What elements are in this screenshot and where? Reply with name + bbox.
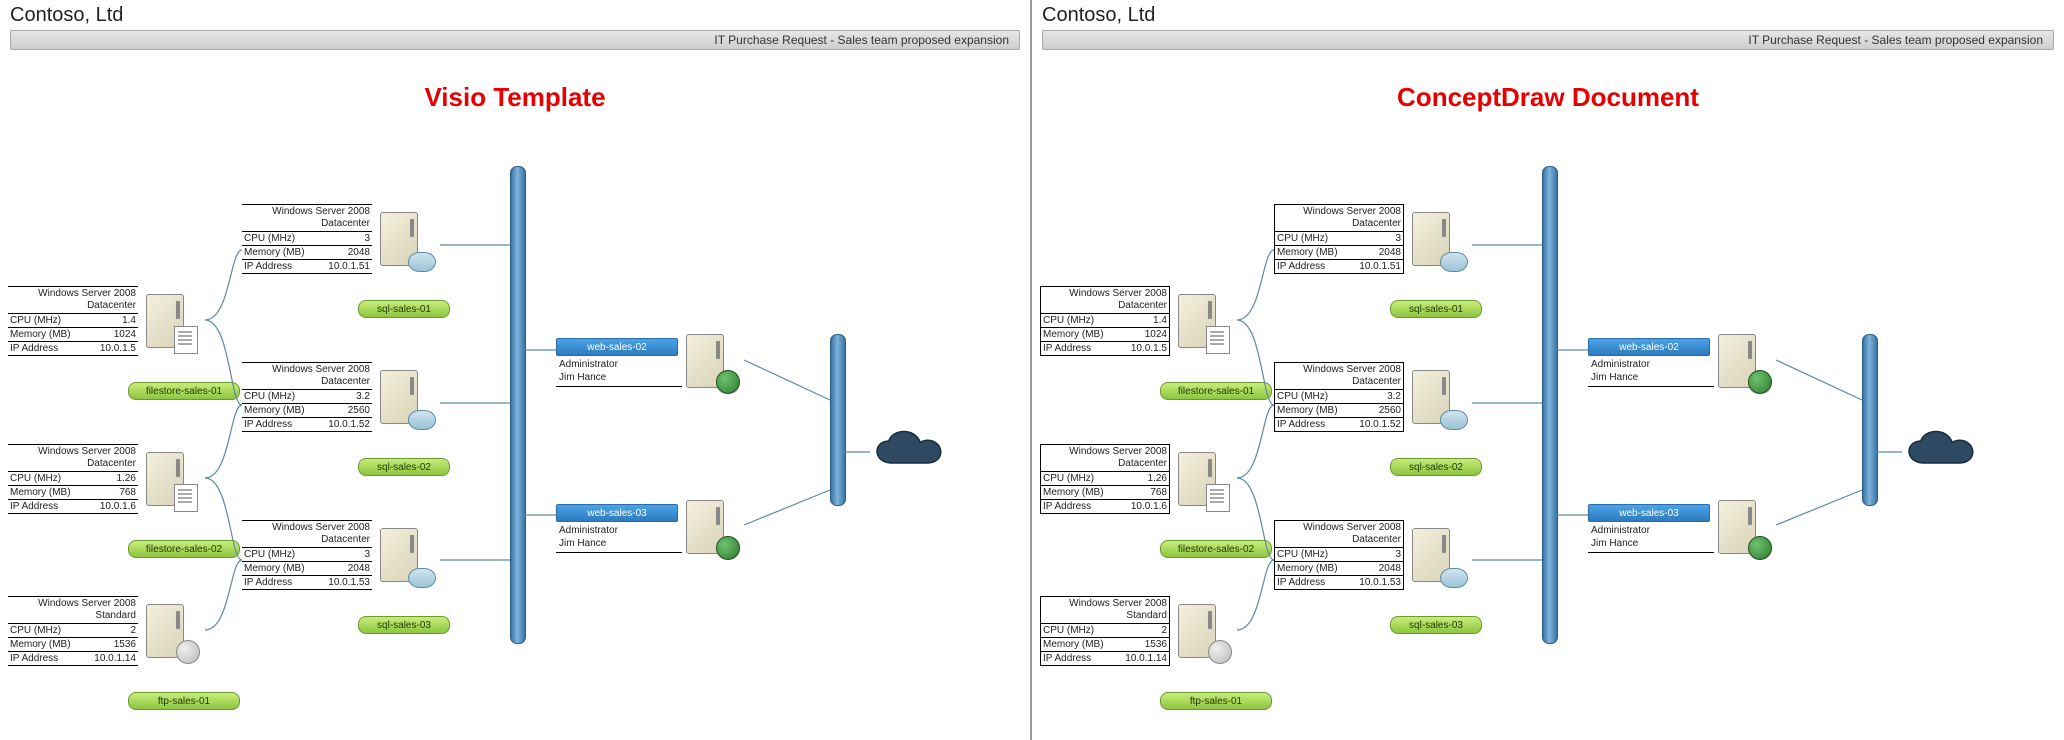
diagram-canvas: Windows Server 2008Datacenter CPU (MHz)1… [0,0,1030,740]
diagram-canvas: Windows Server 2008Datacenter CPU (MHz)1… [1032,0,2064,740]
